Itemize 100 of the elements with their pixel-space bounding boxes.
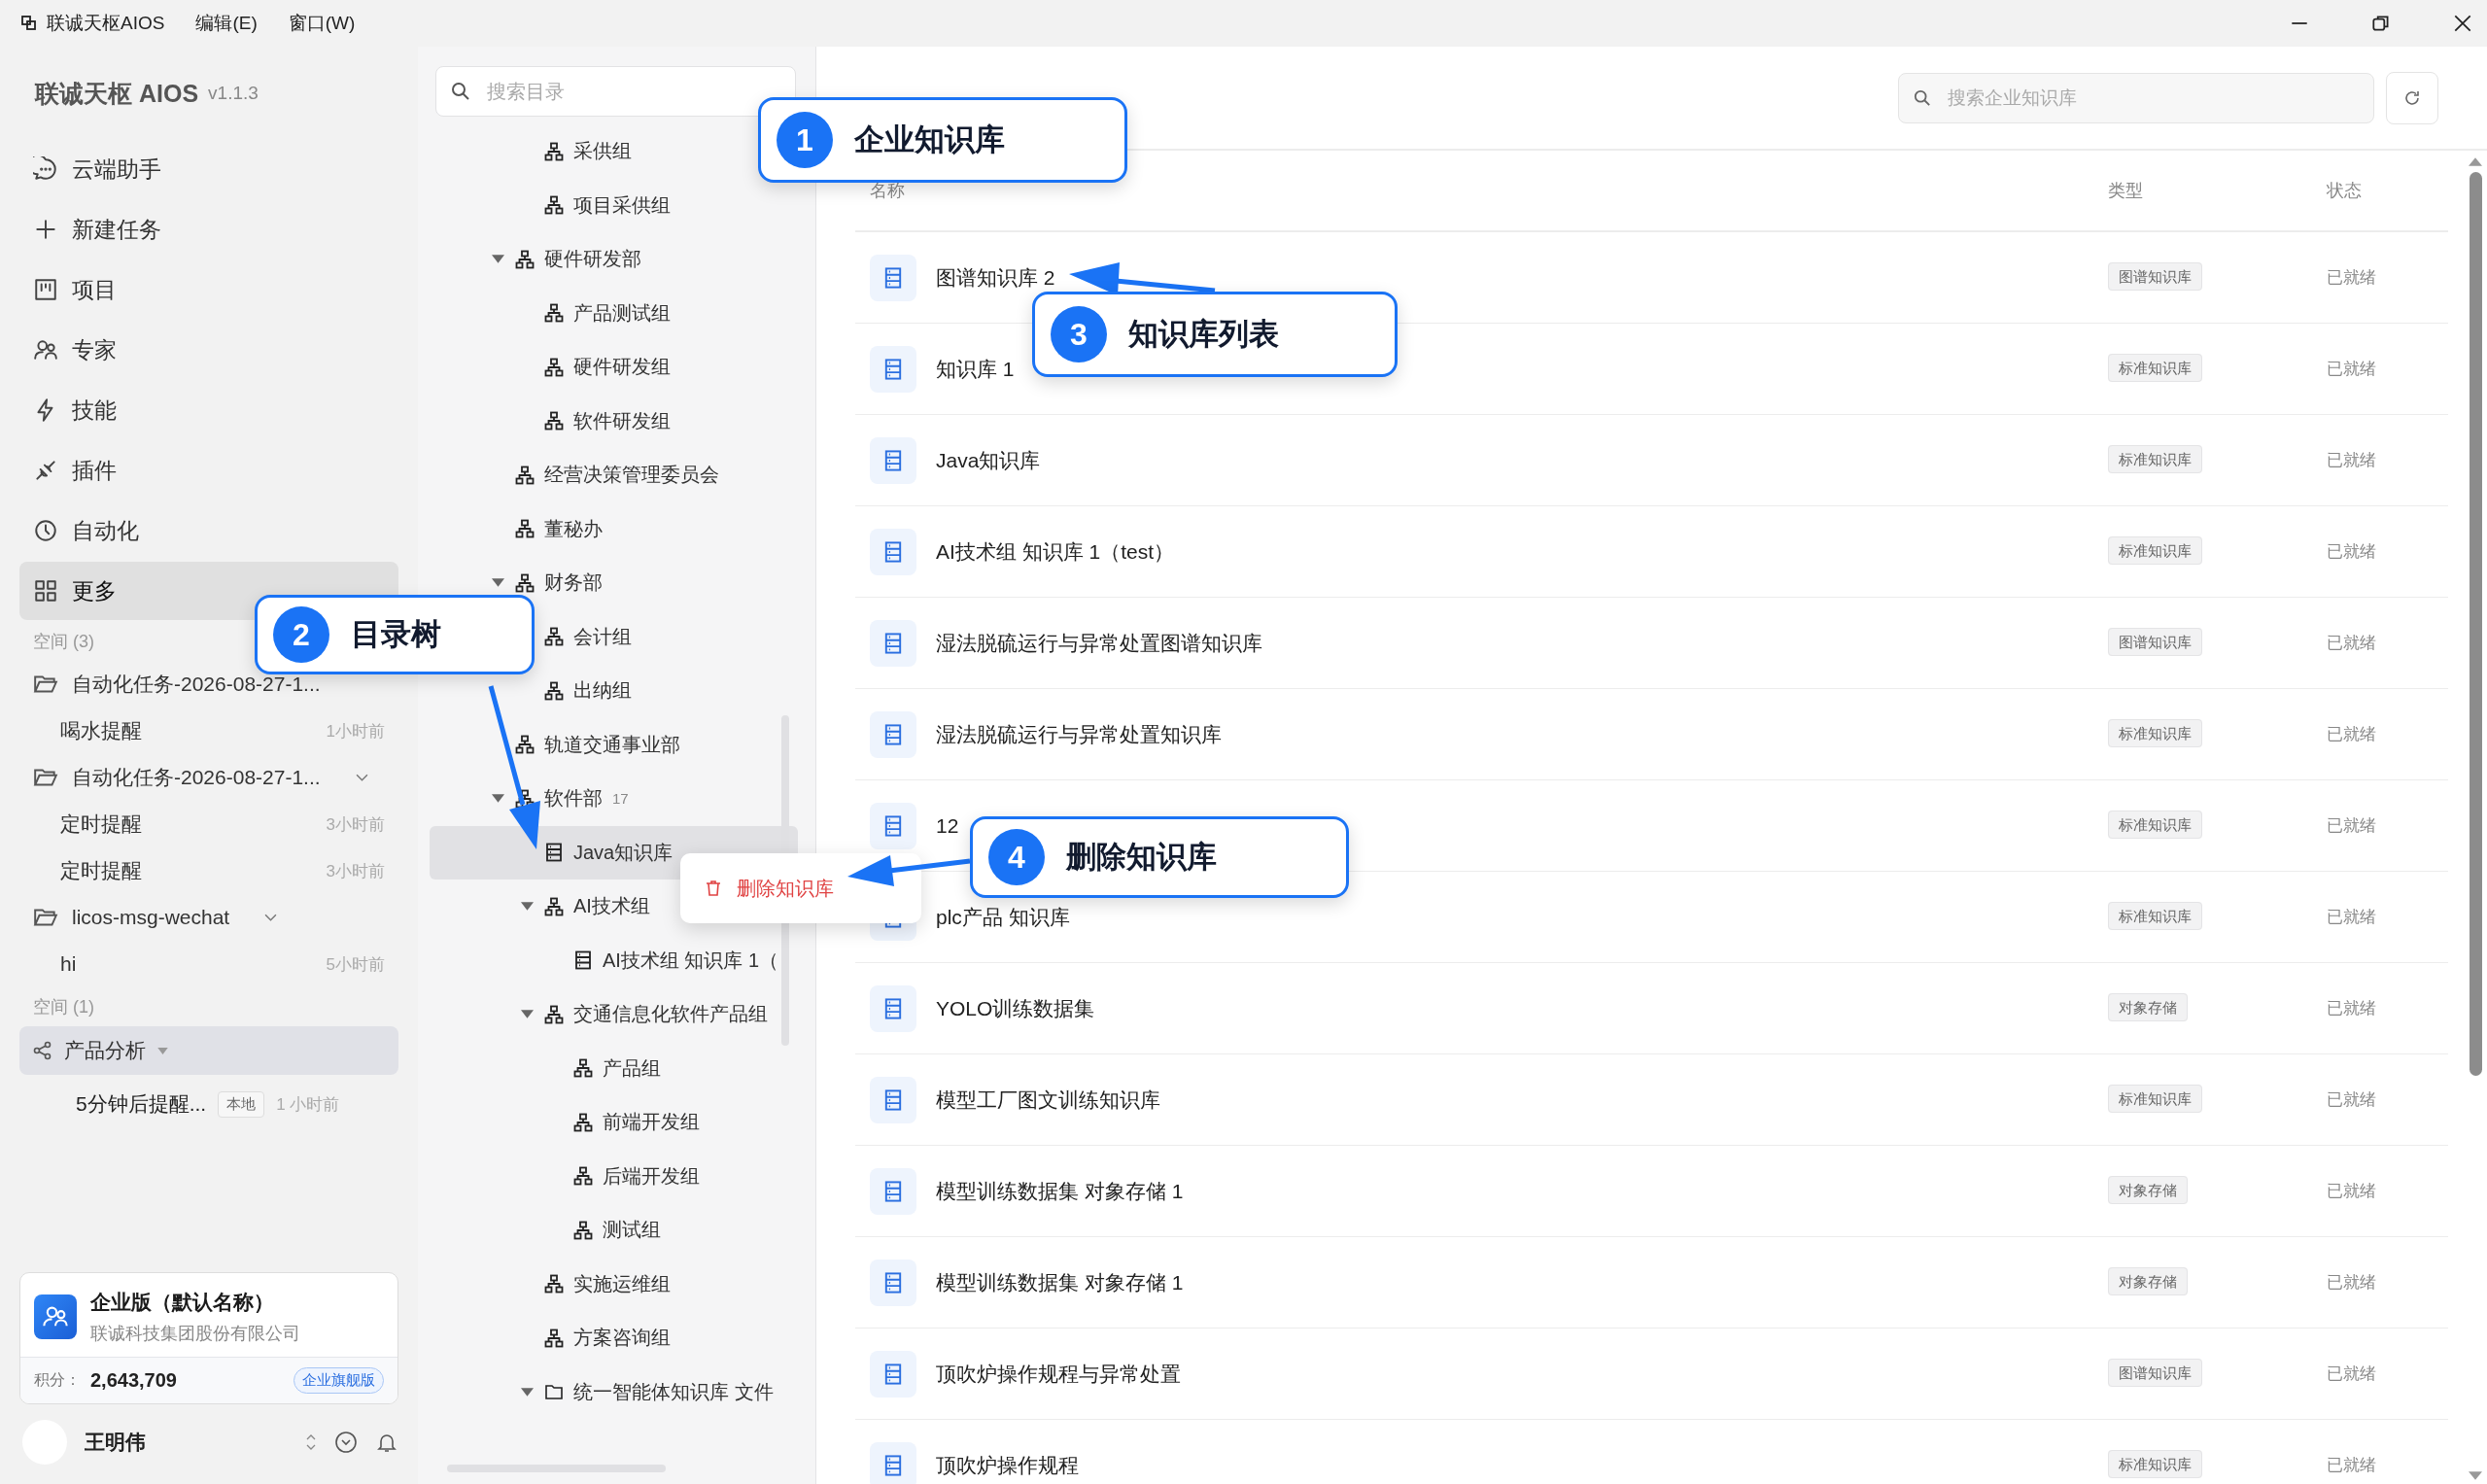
tree-item[interactable]: 项目采供组 [430,178,798,232]
task-item[interactable]: 5分钟后提醒... 本地 1 小时前 [19,1081,398,1127]
tree-item[interactable]: 硬件研发部 [430,232,798,287]
tree-item[interactable]: 软件研发组 [430,394,798,448]
task-item[interactable]: hi 5小时前 [19,941,398,987]
menu-item[interactable]: 编辑(E) [195,11,258,36]
tree-item-label: 统一智能体知识库 文件 [573,1379,774,1404]
search-field[interactable]: 搜索企业知识库 [1898,72,2374,123]
knowledge-base-name: 湿法脱硫运行与异常处置图谱知识库 [936,630,1262,656]
user-name: 王明伟 [85,1430,146,1455]
space-folder[interactable]: licos-msg-wechat [19,894,398,941]
nav-item[interactable]: 项目 [19,260,398,319]
local-tag: 本地 [218,1090,265,1118]
task-item[interactable]: 定时提醒 3小时前 [19,847,398,894]
nav-item[interactable]: 云端助手 [19,140,398,198]
tree-item-label: 实施运维组 [573,1271,671,1296]
points-label: 积分： [34,1370,81,1390]
nav-item[interactable]: 专家 [19,321,398,379]
nav-item[interactable]: 新建任务 [19,200,398,259]
status-text: 已就绪 [2327,451,2376,469]
nav-label: 新建任务 [72,215,161,244]
tree-item[interactable]: 软件部 17 [430,772,798,826]
status-text: 已就绪 [2327,1090,2376,1109]
task-time: 1 小时前 [276,1093,340,1116]
tree-item[interactable]: 财务部 [430,556,798,610]
table-row[interactable]: 模型训练数据集 对象存储 1 对象存储 已就绪 [855,1146,2448,1237]
organization-card[interactable]: 企业版（默认名称） 联诚科技集团股份有限公司 积分： 2,643,709 企业旗舰版 [19,1272,398,1404]
tree-item-label: 项目采供组 [573,192,671,218]
nav-item[interactable]: 技能 [19,381,398,439]
status-text: 已就绪 [2327,1273,2376,1292]
status-text: 已就绪 [2327,816,2376,835]
tree-item[interactable]: 统一智能体知识库 文件 [430,1364,798,1419]
tree-item-label: 交通信息化软件产品组 [573,1002,768,1027]
step-number: 1 [777,112,833,168]
task-item[interactable]: 定时提醒 3小时前 [19,801,398,847]
nav-item[interactable]: 插件 [19,441,398,500]
table-row[interactable]: 顶吹炉操作规程与异常处置 图谱知识库 已就绪 [855,1329,2448,1420]
type-tag: 标准知识库 [2108,719,2202,747]
tree-item-label: 前端开发组 [603,1110,700,1135]
tree-item[interactable]: 经营决策管理委员会 [430,448,798,502]
tree-item[interactable]: 交通信息化软件产品组 [430,987,798,1042]
knowledge-base-name: 模型工厂图文训练知识库 [936,1087,1160,1113]
tree-item-label: 软件部 [544,786,603,811]
company-name: 联诚科技集团股份有限公司 [90,1323,300,1345]
nav-label: 更多 [72,576,117,605]
tree-item[interactable]: 产品组 [430,1041,798,1095]
column-header: 名称 [869,180,906,202]
column-header: 状态 [2327,180,2363,202]
tree-item[interactable]: 产品测试组 [430,286,798,340]
tree-item-label: 会计组 [573,624,632,649]
tree-item[interactable]: 后端开发组 [430,1149,798,1203]
tree-item[interactable]: 实施运维组 [430,1257,798,1311]
tree-item[interactable]: 出纳组 [430,664,798,718]
table-row[interactable]: 湿法脱硫运行与异常处置知识库 标准知识库 已就绪 [855,689,2448,780]
nav-item[interactable]: 自动化 [19,501,398,560]
nav-label: 技能 [72,396,117,425]
points-value: 2,643,709 [90,1369,177,1392]
tree-item[interactable]: 前端开发组 [430,1095,798,1150]
table-row[interactable]: YOLO训练数据集 对象存储 已就绪 [855,963,2448,1054]
type-tag: 标准知识库 [2108,1450,2202,1478]
tree-item-label: 轨道交通事业部 [544,732,680,757]
knowledge-base-name: 图谱知识库 2 [936,264,1055,291]
task-name: 定时提醒 [60,811,143,837]
status-text: 已就绪 [2327,1182,2376,1200]
project-item[interactable]: 产品分析 [19,1026,398,1075]
step-number: 2 [273,606,329,663]
knowledge-base-name: 湿法脱硫运行与异常处置知识库 [936,721,1222,747]
knowledge-base-name: 模型训练数据集 对象存储 1 [936,1269,1184,1295]
brand-name: 联诚天枢 AIOS [35,78,199,109]
space-folder[interactable]: 自动化任务-2026-08-27-1... [19,661,398,707]
status-text: 已就绪 [2327,1456,2376,1474]
table-row[interactable]: Java知识库 标准知识库 已就绪 [855,415,2448,506]
section-heading: 空间 (1) [32,996,94,1018]
tree-item[interactable]: 董秘办 [430,501,798,556]
nav-label: 项目 [72,275,117,304]
type-tag: 对象存储 [2108,1176,2188,1204]
tree-item[interactable]: 测试组 [430,1203,798,1258]
search-field[interactable]: 搜索目录 [435,66,796,117]
step-number: 4 [988,829,1045,885]
item-count: 17 [612,790,629,808]
task-name: 喝水提醒 [60,718,143,743]
tree-item[interactable]: 方案咨询组 [430,1311,798,1365]
task-item[interactable]: 喝水提醒 1小时前 [19,707,398,754]
status-text: 已就绪 [2327,268,2376,287]
table-row[interactable]: 湿法脱硫运行与异常处置图谱知识库 图谱知识库 已就绪 [855,598,2448,689]
folder-name: licos-msg-wechat [72,906,230,929]
table-row[interactable]: 顶吹炉操作规程 标准知识库 已就绪 [855,1420,2448,1484]
tree-item-label: 董秘办 [544,516,603,541]
table-row[interactable]: 模型训练数据集 对象存储 1 对象存储 已就绪 [855,1237,2448,1329]
table-row[interactable]: 模型工厂图文训练知识库 标准知识库 已就绪 [855,1054,2448,1146]
nav-label: 自动化 [72,516,139,545]
table-row[interactable]: AI技术组 知识库 1（test） 标准知识库 已就绪 [855,506,2448,598]
task-name: hi [60,952,78,976]
menu-item[interactable]: 窗口(W) [288,11,356,36]
nav-label: 云端助手 [72,155,161,184]
space-folder[interactable]: 自动化任务-2026-08-27-1... [19,754,398,801]
tree-item[interactable]: 硬件研发组 [430,340,798,395]
task-time: 3小时前 [326,813,385,836]
tree-item[interactable]: 轨道交通事业部 [430,717,798,772]
tree-item[interactable]: AI技术组 知识库 1（ [430,933,798,987]
